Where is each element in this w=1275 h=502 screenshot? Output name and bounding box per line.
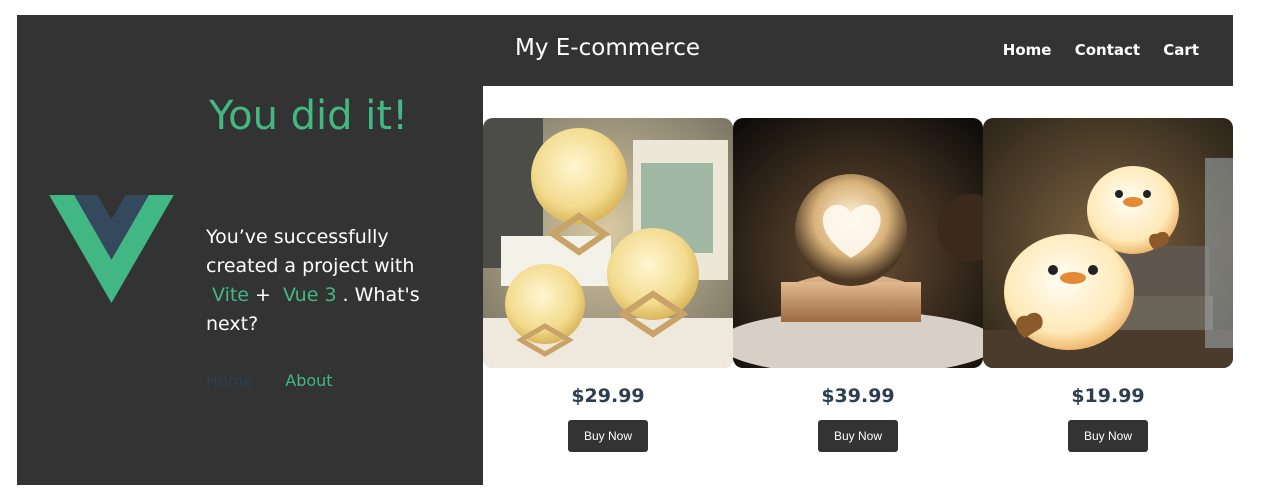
store-nav: Home Contact Cart: [985, 41, 1199, 59]
store-brand: My E-commerce: [515, 35, 701, 61]
vite-link[interactable]: Vite: [206, 284, 255, 306]
nav-cart[interactable]: Cart: [1163, 41, 1199, 59]
hero-message-text: You’ve successfully created a project wi…: [206, 226, 415, 277]
buy-now-button[interactable]: Buy Now: [1067, 420, 1149, 452]
product-card: $19.99 Buy Now: [983, 118, 1233, 452]
vue-link[interactable]: Vue 3: [277, 284, 343, 306]
product-image[interactable]: [983, 118, 1233, 368]
app: You did it! You’ve successfully created …: [17, 15, 1233, 485]
period-text: .: [342, 284, 349, 306]
product-card: $29.99 Buy Now: [483, 118, 733, 452]
hero-title: You did it!: [209, 93, 409, 139]
vue-nav-home[interactable]: Home: [206, 371, 253, 390]
vue-nav-about[interactable]: About: [285, 371, 332, 390]
buy-now-button[interactable]: Buy Now: [567, 420, 649, 452]
duck-lamp-icon: [983, 118, 1233, 368]
nav-contact[interactable]: Contact: [1075, 41, 1140, 59]
vue-router-nav: Home About: [206, 371, 365, 390]
nav-home[interactable]: Home: [1003, 41, 1052, 59]
moon-lamp-icon: [483, 118, 733, 368]
store-header: My E-commerce Home Contact Cart: [483, 15, 1233, 86]
product-price: $29.99: [571, 385, 645, 407]
plus-text: +: [255, 284, 271, 306]
product-image[interactable]: [483, 118, 733, 368]
crystal-ball-icon: [733, 118, 983, 368]
vue-logo-icon: [49, 195, 174, 303]
product-card: $39.99 Buy Now: [733, 118, 983, 452]
product-image[interactable]: [733, 118, 983, 368]
product-price: $19.99: [1071, 385, 1145, 407]
vue-hero-panel: You did it! You’ve successfully created …: [17, 15, 483, 485]
product-grid: $29.99 Buy Now $39.99 Buy Now $19.99 Buy…: [483, 118, 1233, 452]
buy-now-button[interactable]: Buy Now: [817, 420, 899, 452]
product-price: $39.99: [821, 385, 895, 407]
hero-message: You’ve successfully created a project wi…: [206, 223, 436, 339]
